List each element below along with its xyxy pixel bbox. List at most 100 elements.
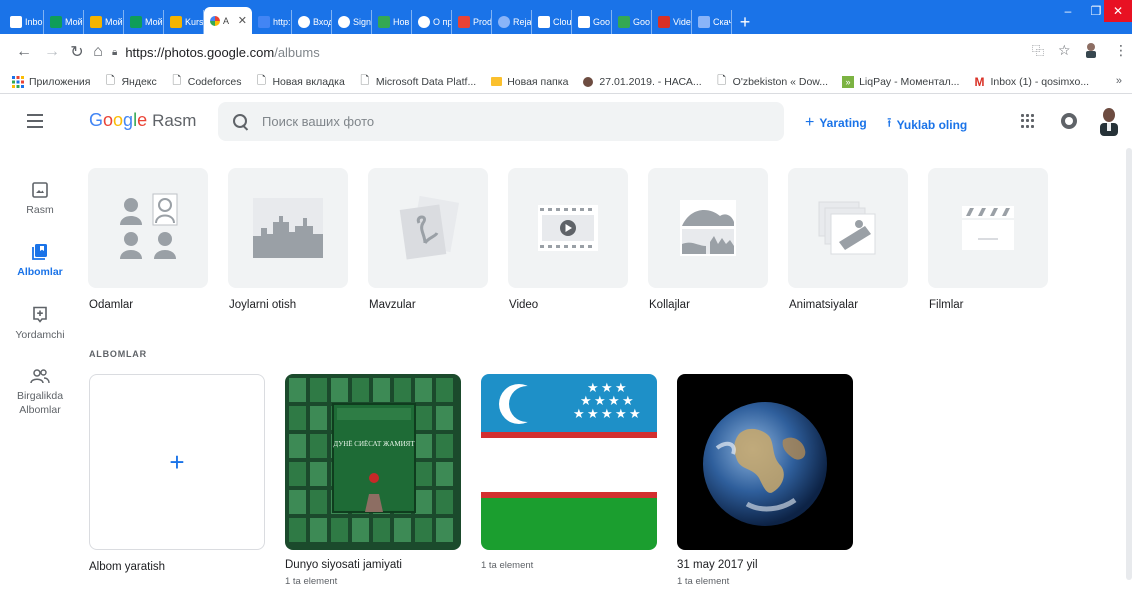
url-field[interactable]: 🔒︎ https://photos.google.com/albums	[112, 40, 1022, 65]
bookmark-item[interactable]: 🗋 Microsoft Data Platf...	[359, 75, 476, 88]
browser-tab[interactable]: Inbo	[4, 10, 44, 34]
gmail-icon: M	[974, 74, 985, 89]
browser-tab[interactable]: Vide	[652, 10, 692, 34]
category-label[interactable]: Mavzular	[369, 299, 416, 311]
star-icon[interactable]: ☆	[1058, 42, 1071, 59]
scrollbar[interactable]	[1126, 148, 1132, 580]
category-card-places[interactable]	[228, 168, 348, 288]
browser-tab[interactable]: Prod	[452, 10, 492, 34]
category-label[interactable]: Animatsiyalar	[789, 299, 858, 311]
bookmark-item[interactable]: 🗋 O'zbekiston « Dow...	[716, 75, 828, 88]
browser-tab[interactable]: Скач	[692, 10, 732, 34]
bookmark-item[interactable]: » LiqPay - Моментал...	[842, 75, 959, 88]
slides-favicon-icon	[170, 16, 182, 28]
category-label[interactable]: Filmlar	[929, 299, 964, 311]
url-path: /albums	[274, 45, 320, 60]
nav-item-photos[interactable]: Rasm	[0, 182, 80, 217]
bookmark-item[interactable]: Новая папка	[490, 76, 568, 88]
nav-item-albums[interactable]: Albomlar	[0, 243, 80, 279]
category-card-people[interactable]	[88, 168, 208, 288]
notifications-icon[interactable]	[1061, 113, 1077, 129]
search-box[interactable]	[218, 102, 784, 141]
main-menu-icon[interactable]	[24, 110, 46, 132]
category-label[interactable]: Video	[509, 299, 538, 311]
back-icon[interactable]: ←	[14, 42, 34, 62]
category-card-animations[interactable]	[788, 168, 908, 288]
page-icon: 🗋	[257, 75, 266, 87]
album-title[interactable]: Albom yaratish	[89, 561, 165, 573]
bookmark-item[interactable]: 🗋 Новая вкладка	[255, 75, 345, 88]
browser-tab[interactable]: Goo	[572, 10, 612, 34]
new-tab-button[interactable]: +	[732, 10, 758, 34]
browser-tab[interactable]: Sign	[332, 10, 372, 34]
search-input[interactable]	[262, 114, 742, 129]
browser-tab-active[interactable]: A ✕	[204, 7, 252, 34]
svg-text:★: ★	[629, 406, 641, 421]
bookmark-item[interactable]: Приложения	[12, 75, 90, 88]
product-name: Rasm	[152, 111, 197, 130]
liqpay-icon: »	[842, 75, 855, 88]
browser-tab[interactable]: Вход	[292, 10, 332, 34]
album-title[interactable]: Dunyo siyosati jamiyati	[285, 559, 402, 571]
google-photos-logo[interactable]: Google Rasm	[89, 110, 196, 131]
upload-icon: ⭱	[887, 115, 892, 130]
lock-icon: 🔒︎	[112, 47, 118, 58]
album-item-count: 1 ta element	[677, 576, 730, 587]
browser-tab[interactable]: Clou	[532, 10, 572, 34]
browser-tab[interactable]: Мой	[124, 10, 164, 34]
album-item-count: 1 ta element	[481, 560, 534, 571]
bookmark-item[interactable]: M Inbox (1) - qosimxo...	[973, 74, 1089, 89]
nav-item-shared-albums[interactable]: Birgalikda Albomlar	[0, 368, 80, 417]
animation-icon	[818, 201, 876, 255]
profile-icon[interactable]	[1084, 42, 1098, 61]
forward-icon[interactable]: →	[42, 42, 62, 62]
browser-menu-icon[interactable]: ⋮	[1114, 42, 1128, 59]
close-window-icon[interactable]: ✕	[1104, 0, 1132, 22]
album-title[interactable]: 31 may 2017 yil	[677, 559, 758, 571]
category-label[interactable]: Odamlar	[89, 299, 133, 311]
albums-icon	[32, 244, 47, 260]
nav-item-assistant[interactable]: Yordamchi	[0, 306, 80, 342]
browser-tab[interactable]: Kurs	[164, 10, 204, 34]
translate-icon[interactable]: ⿻	[1032, 42, 1044, 59]
upload-button[interactable]: ⭱ Yuklab oling	[887, 114, 967, 136]
page-icon: 🗋	[717, 75, 727, 87]
category-label[interactable]: Kollajlar	[649, 299, 690, 311]
browser-tab[interactable]: Goo	[612, 10, 652, 34]
bookmark-item[interactable]: 27.01.2019. - НАСА...	[582, 76, 702, 88]
browser-tab[interactable]: О пр	[412, 10, 452, 34]
shared-people-icon	[30, 369, 50, 384]
category-card-things[interactable]	[368, 168, 488, 288]
page-icon: 🗋	[172, 75, 182, 87]
albums-section-title: ALBOMLAR	[89, 349, 147, 359]
bookmarks-more-icon[interactable]: »	[1116, 75, 1122, 87]
browser-tab[interactable]: Нов	[372, 10, 412, 34]
bookmark-item[interactable]: 🗋 Codeforces	[171, 75, 241, 88]
create-album-card[interactable]: +	[89, 374, 265, 550]
album-cover-book[interactable]: ДУНЁ СИЁСАТ ЖАМИЯТ	[285, 374, 461, 550]
reload-icon[interactable]: ↻	[67, 42, 87, 62]
movie-icon	[962, 206, 1014, 250]
plus-favicon-icon	[378, 16, 390, 28]
bookmark-item[interactable]: 🗋 Яндекс	[104, 75, 157, 88]
avatar[interactable]	[1096, 106, 1122, 136]
category-card-collages[interactable]	[648, 168, 768, 288]
svg-text:★: ★	[601, 406, 613, 421]
album-cover-flag[interactable]: ★ ★ ★ ★ ★ ★ ★ ★ ★ ★ ★ ★	[481, 374, 657, 550]
search-icon[interactable]	[232, 113, 250, 131]
home-icon[interactable]: ⌂	[88, 42, 108, 62]
close-tab-icon[interactable]: ✕	[238, 14, 247, 27]
create-button[interactable]: + Yarating	[805, 114, 867, 132]
google-apps-icon[interactable]	[1021, 114, 1035, 128]
browser-tab[interactable]: Мой	[84, 10, 124, 34]
category-label[interactable]: Joylarni otish	[229, 299, 296, 311]
category-card-video[interactable]	[508, 168, 628, 288]
people-icon	[120, 193, 178, 259]
category-card-movies[interactable]	[928, 168, 1048, 288]
video-icon	[538, 205, 598, 251]
cloud-favicon-icon	[538, 16, 550, 28]
album-cover-earth[interactable]	[677, 374, 853, 550]
browser-tab[interactable]: http:	[252, 10, 292, 34]
browser-tab[interactable]: Мой	[44, 10, 84, 34]
browser-tab[interactable]: Reja	[492, 10, 532, 34]
